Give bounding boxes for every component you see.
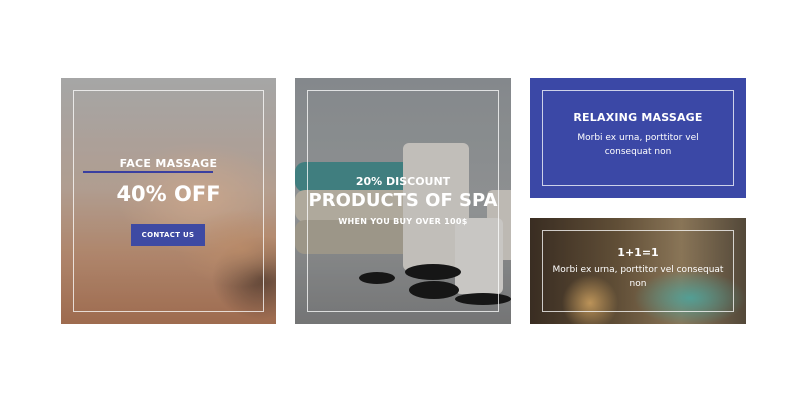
face-massage-offer: 40% OFF: [116, 182, 221, 206]
relaxing-massage-card[interactable]: RELAXING MASSAGE Morbi ex urna, porttito…: [530, 78, 746, 198]
pool-offer-title: 1+1=1: [617, 246, 659, 259]
relaxing-massage-title: RELAXING MASSAGE: [573, 111, 703, 124]
promo-banner-grid: FACE MASSAGE 40% OFF CONTACT US 20% DISC…: [0, 0, 800, 400]
spa-products-subtitle: WHEN YOU BUY OVER 100$: [338, 217, 468, 226]
pool-offer-card[interactable]: 1+1=1 Morbi ex urna, porttitor vel conse…: [530, 218, 746, 324]
face-massage-card[interactable]: FACE MASSAGE 40% OFF CONTACT US: [61, 78, 276, 324]
face-massage-title: FACE MASSAGE: [119, 157, 218, 170]
relaxing-massage-description: Morbi ex urna, porttitor vel consequat n…: [577, 133, 699, 157]
pool-offer-description: Morbi ex urna, porttitor vel consequat n…: [552, 265, 724, 289]
contact-us-button[interactable]: CONTACT US: [131, 224, 205, 246]
spa-products-card[interactable]: 20% DISCOUNT PRODUCTS OF SPA WHEN YOU BU…: [295, 78, 511, 324]
accent-line: [83, 171, 213, 173]
spa-discount-label: 20% DISCOUNT: [355, 175, 451, 188]
spa-products-title: PRODUCTS OF SPA: [308, 190, 498, 211]
